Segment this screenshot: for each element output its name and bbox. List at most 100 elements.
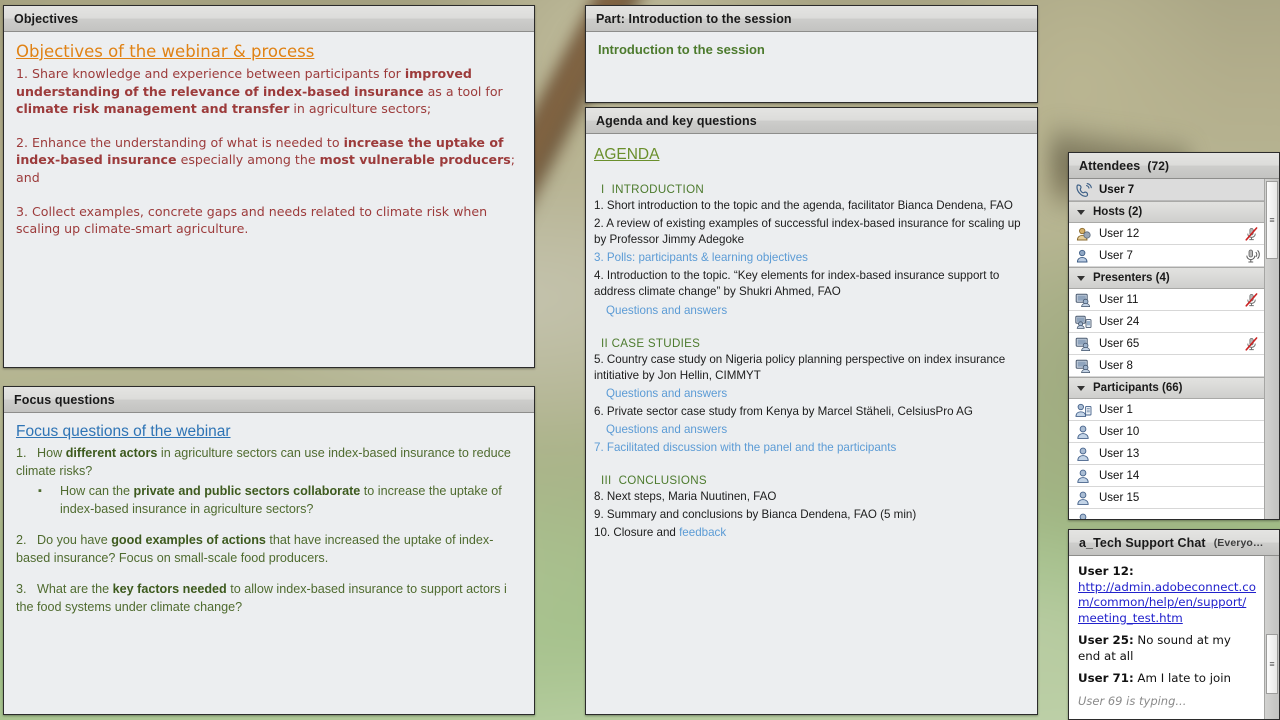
attendee-row[interactable]: User 13 — [1069, 443, 1264, 465]
part-slide: Introduction to the session — [586, 32, 1037, 65]
agenda-pod-header[interactable]: Agenda and key questions — [586, 108, 1037, 134]
agenda-item-5: 5. Country case study on Nigeria policy … — [594, 352, 1006, 382]
agenda-item-9: 9. Summary and conclusions by Bianca Den… — [594, 508, 917, 522]
part-pod-title: Part: Introduction to the session — [596, 11, 792, 26]
agenda-qa-3[interactable]: Questions and answers — [594, 422, 1027, 438]
attendee-row[interactable]: User 65 — [1069, 333, 1264, 355]
attendee-name: User 1 — [1099, 403, 1133, 416]
part-pod-header[interactable]: Part: Introduction to the session — [586, 6, 1037, 32]
feedback-link[interactable]: feedback — [679, 526, 726, 539]
objectives-heading: Objectives of the webinar & process — [16, 42, 315, 61]
participant-avatar-icon — [1075, 512, 1092, 519]
attendees-pod-title: Attendees — [1079, 158, 1141, 173]
agenda-qa-1[interactable]: Questions and answers — [594, 303, 1027, 319]
chat-message-text: Am I late to join — [1133, 671, 1231, 685]
focus-questions-slide: Focus questions of the webinar 1. How di… — [4, 413, 534, 624]
attendees-pod-body: User 7 Hosts (2) User 12 User 7 Presenters (… — [1069, 179, 1279, 519]
attendee-row[interactable]: User 11 — [1069, 289, 1264, 311]
attendees-pod-header[interactable]: Attendees (72) — [1069, 153, 1279, 179]
chevron-down-icon[interactable] — [1077, 385, 1085, 391]
focus-questions-pod-header[interactable]: Focus questions — [4, 387, 534, 413]
attendee-row[interactable]: User 10 — [1069, 421, 1264, 443]
focus-questions-pod-title: Focus questions — [14, 392, 115, 407]
chat-message-link[interactable]: http://admin.adobeconnect.com/common/hel… — [1078, 580, 1256, 625]
mic-muted-icon[interactable] — [1244, 292, 1260, 308]
attendee-row-partial[interactable] — [1069, 509, 1264, 519]
focus-questions-heading: Focus questions of the webinar — [16, 423, 231, 440]
focus-question-1: 1. How different actors in agriculture s… — [16, 446, 511, 478]
mic-active-icon[interactable] — [1244, 248, 1260, 264]
agenda-section-3: III CONCLUSIONS — [601, 474, 707, 488]
attendees-scrollbar-thumb[interactable]: ≡ — [1266, 181, 1278, 259]
agenda-slide: AGENDA I INTRODUCTION 1. Short introduct… — [586, 134, 1037, 550]
attendee-row[interactable]: User 14 — [1069, 465, 1264, 487]
objective-item-1: 1. Share knowledge and experience betwee… — [16, 66, 503, 117]
attendee-row[interactable]: User 12 — [1069, 223, 1264, 245]
attendee-group-header[interactable]: Participants (66) — [1069, 377, 1264, 399]
attendees-list[interactable]: User 7 Hosts (2) User 12 User 7 Presenters (… — [1069, 179, 1264, 519]
attendee-name: User 13 — [1099, 447, 1140, 460]
agenda-qa-2[interactable]: Questions and answers — [594, 386, 1027, 402]
chat-pod-header[interactable]: a_Tech Support Chat (Everyo… — [1069, 530, 1279, 556]
agenda-item-7-link[interactable]: 7. Facilitated discussion with the panel… — [594, 440, 1027, 456]
attendee-name: User 10 — [1099, 425, 1140, 438]
attendee-name: User 65 — [1099, 337, 1140, 350]
attendees-count: (72) — [1147, 158, 1170, 173]
agenda-section-2: II CASE STUDIES — [601, 336, 701, 350]
focus-questions-pod-body: Focus questions of the webinar 1. How di… — [4, 413, 534, 714]
presenter-screen-icon — [1075, 336, 1092, 352]
chat-scrollbar-thumb[interactable]: ≡ — [1266, 634, 1278, 694]
mic-muted-icon[interactable] — [1244, 226, 1260, 242]
participant-avatar-icon — [1075, 490, 1092, 506]
attendee-row-self[interactable]: User 7 — [1069, 179, 1264, 201]
mic-muted-icon[interactable] — [1244, 336, 1260, 352]
chat-scrollbar[interactable]: ≡ — [1264, 556, 1279, 719]
attendee-name: User 12 — [1099, 227, 1140, 240]
attendee-name: User 24 — [1099, 315, 1140, 328]
attendees-scrollbar[interactable]: ≡ — [1264, 179, 1279, 519]
attendee-name: User 8 — [1099, 359, 1133, 372]
phone-icon — [1075, 182, 1092, 198]
agenda-item-2: 2. A review of existing examples of succ… — [594, 217, 1021, 247]
attendee-row[interactable]: User 15 — [1069, 487, 1264, 509]
attendee-row[interactable]: User 1 — [1069, 399, 1264, 421]
part-pod-body: Introduction to the session — [586, 32, 1037, 102]
chat-message: User 71: Am I late to join — [1078, 671, 1256, 687]
part-pod: Part: Introduction to the session Introd… — [585, 5, 1038, 103]
chat-message: User 25: No sound at my end at all — [1078, 633, 1256, 664]
chat-pod-scope: (Everyo… — [1213, 536, 1264, 549]
focus-questions-pod: Focus questions Focus questions of the w… — [3, 386, 535, 715]
chat-pod-title: a_Tech Support Chat — [1079, 535, 1206, 550]
objectives-pod-header[interactable]: Objectives — [4, 6, 534, 32]
chat-typing-indicator: User 69 is typing... — [1078, 693, 1187, 708]
attendee-group-label: Participants (66) — [1093, 382, 1183, 394]
focus-question-1-sub: ▪ How can the private and public sectors… — [16, 482, 522, 520]
attendee-group-header[interactable]: Hosts (2) — [1069, 201, 1264, 223]
chat-pod: a_Tech Support Chat (Everyo… User 12: htt… — [1068, 529, 1280, 720]
objective-item-3: 3. Collect examples, concrete gaps and n… — [16, 203, 488, 237]
presenter-screen-icon — [1075, 292, 1092, 308]
participant-card-icon — [1075, 402, 1092, 418]
attendee-name: User 7 — [1099, 249, 1133, 262]
objectives-pod-title: Objectives — [14, 11, 79, 26]
agenda-pod-title: Agenda and key questions — [596, 113, 757, 128]
host-avatar-icon — [1075, 248, 1092, 264]
agenda-pod: Agenda and key questions AGENDA I INTROD… — [585, 107, 1038, 715]
chat-message-list[interactable]: User 12: http://admin.adobeconnect.com/co… — [1069, 556, 1264, 719]
agenda-section-1: I INTRODUCTION — [601, 183, 705, 196]
focus-question-2: 2. Do you have good examples of actions … — [16, 533, 494, 565]
chevron-down-icon[interactable] — [1077, 275, 1085, 281]
participant-avatar-icon — [1075, 446, 1092, 462]
participant-avatar-icon — [1075, 424, 1092, 440]
chat-message-author: User 71: — [1078, 671, 1134, 685]
chat-message: User 12: http://admin.adobeconnect.com/co… — [1078, 564, 1256, 626]
attendee-row[interactable]: User 24 — [1069, 311, 1264, 333]
attendee-row[interactable]: User 8 — [1069, 355, 1264, 377]
objectives-pod: Objectives Objectives of the webinar & p… — [3, 5, 535, 368]
agenda-item-3-link[interactable]: 3. Polls: participants & learning object… — [594, 250, 1027, 266]
objective-item-2: 2. Enhance the understanding of what is … — [16, 134, 516, 185]
attendee-group-header[interactable]: Presenters (4) — [1069, 267, 1264, 289]
attendee-row[interactable]: User 7 — [1069, 245, 1264, 267]
chevron-down-icon[interactable] — [1077, 209, 1085, 215]
